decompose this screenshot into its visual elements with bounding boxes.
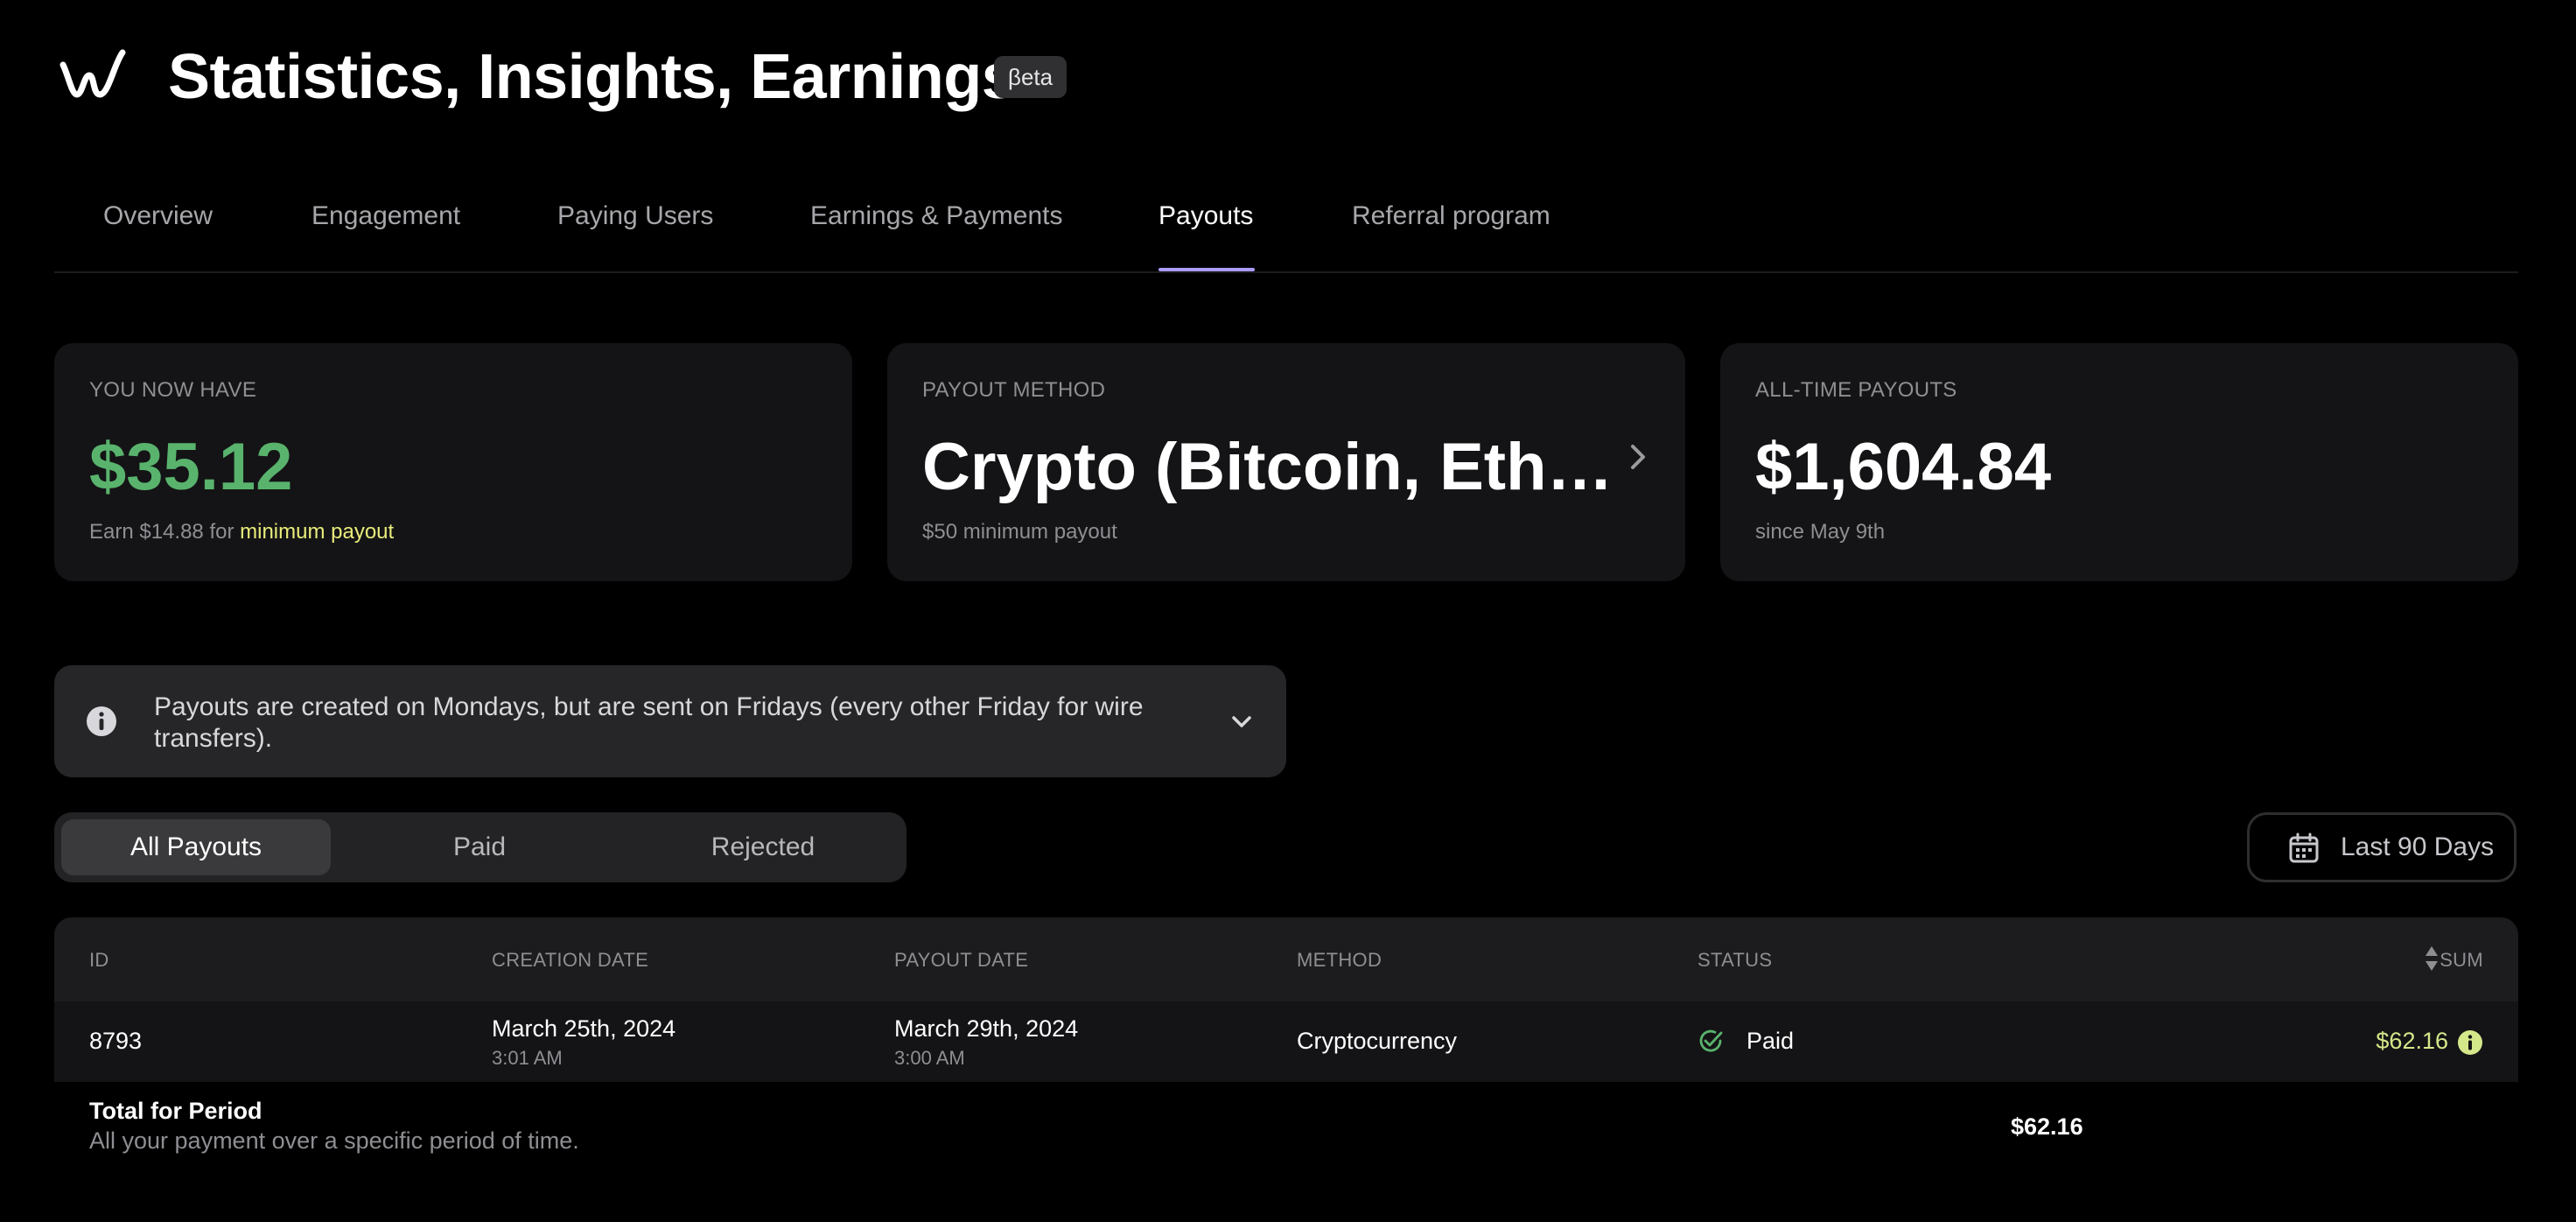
column-header-sum[interactable]: SUM [2440,949,2483,972]
balance-earn-text: Earn $14.88 for [89,520,234,544]
payout-id: 8793 [89,1028,143,1054]
payout-method: Cryptocurrency [1297,1028,1458,1054]
tab-payouts[interactable]: Payouts [1158,201,1253,231]
payout-schedule-notice[interactable]: Payouts are created on Mondays, but are … [54,665,1286,777]
payout-filter-segmented: All Payouts Paid Rejected [54,812,906,882]
column-header-method: METHOD [1297,949,1382,971]
tab-bar: Overview Engagement Paying Users Earning… [54,184,2518,273]
page-title: Statistics, Insights, Earnings [168,42,1017,112]
check-circle-icon [1699,1029,1723,1052]
creation-date: March 25th, 2024 [492,1015,676,1042]
alltime-payouts-value: $1,604.84 [1755,430,2052,504]
filter-paid[interactable]: Paid [345,819,614,875]
column-header-id: ID [89,949,109,971]
column-header-payout-date: PAYOUT DATE [894,949,1029,971]
balance-subtext: Earn $14.88 for minimum payout [89,520,394,544]
date-range-label: Last 90 Days [2341,832,2495,861]
tab-paying-users[interactable]: Paying Users [557,201,713,231]
balance-value: $35.12 [89,430,293,504]
alltime-payouts-card: ALL-TIME PAYOUTS $1,604.84 since May 9th [1720,343,2518,581]
balance-label: YOU NOW HAVE [89,378,257,402]
filter-all-payouts[interactable]: All Payouts [61,819,331,875]
notice-text: Payouts are created on Mondays, but are … [154,692,1144,753]
payout-time: 3:00 AM [894,1047,965,1069]
total-subtitle: All your payment over a specific period … [89,1127,579,1154]
creation-time: 3:01 AM [492,1047,563,1069]
tab-referral-program[interactable]: Referral program [1352,201,1550,231]
filter-rejected[interactable]: Rejected [628,819,898,875]
table-row[interactable]: 8793 March 25th, 2024 3:01 AM March 29th… [54,1001,2518,1082]
active-tab-indicator [1158,268,1255,271]
payout-method-subtext: $50 minimum payout [922,520,1117,544]
chevron-right-icon [1631,445,1645,469]
total-value: $62.16 [2011,1113,2083,1140]
sort-icon[interactable] [2424,944,2440,973]
info-icon [87,706,116,736]
column-header-creation-date: CREATION DATE [492,949,649,971]
payout-date: March 29th, 2024 [894,1015,1079,1042]
date-range-button[interactable]: Last 90 Days [2247,812,2516,882]
payout-method-value: Crypto (Bitcoin, Eth… [922,430,1614,504]
payouts-table: ID CREATION DATE PAYOUT DATE METHOD STAT… [54,917,2518,1082]
calendar-icon [2289,832,2319,863]
chevron-down-icon[interactable] [1228,709,1255,735]
payout-method-label: PAYOUT METHOD [922,378,1106,402]
payout-method-card[interactable]: PAYOUT METHOD Crypto (Bitcoin, Eth… $50 … [887,343,1685,581]
alltime-payouts-label: ALL-TIME PAYOUTS [1755,378,1957,402]
payout-status: Paid [1746,1028,1795,1054]
sum-info-icon[interactable] [2457,1029,2483,1056]
table-header: ID CREATION DATE PAYOUT DATE METHOD STAT… [54,917,2518,1001]
payout-sum: $62.16 [2376,1028,2448,1054]
column-header-status: STATUS [1698,949,1773,971]
alltime-payouts-subtext: since May 9th [1755,520,1886,544]
app-logo-icon [60,49,126,98]
tab-engagement[interactable]: Engagement [312,201,460,231]
minimum-payout-link[interactable]: minimum payout [240,520,394,544]
tab-earnings-payments[interactable]: Earnings & Payments [810,201,1062,231]
tab-overview[interactable]: Overview [103,201,213,231]
beta-badge: βeta [994,56,1068,98]
total-title: Total for Period [89,1098,262,1124]
balance-card: YOU NOW HAVE $35.12 Earn $14.88 for mini… [54,343,852,581]
